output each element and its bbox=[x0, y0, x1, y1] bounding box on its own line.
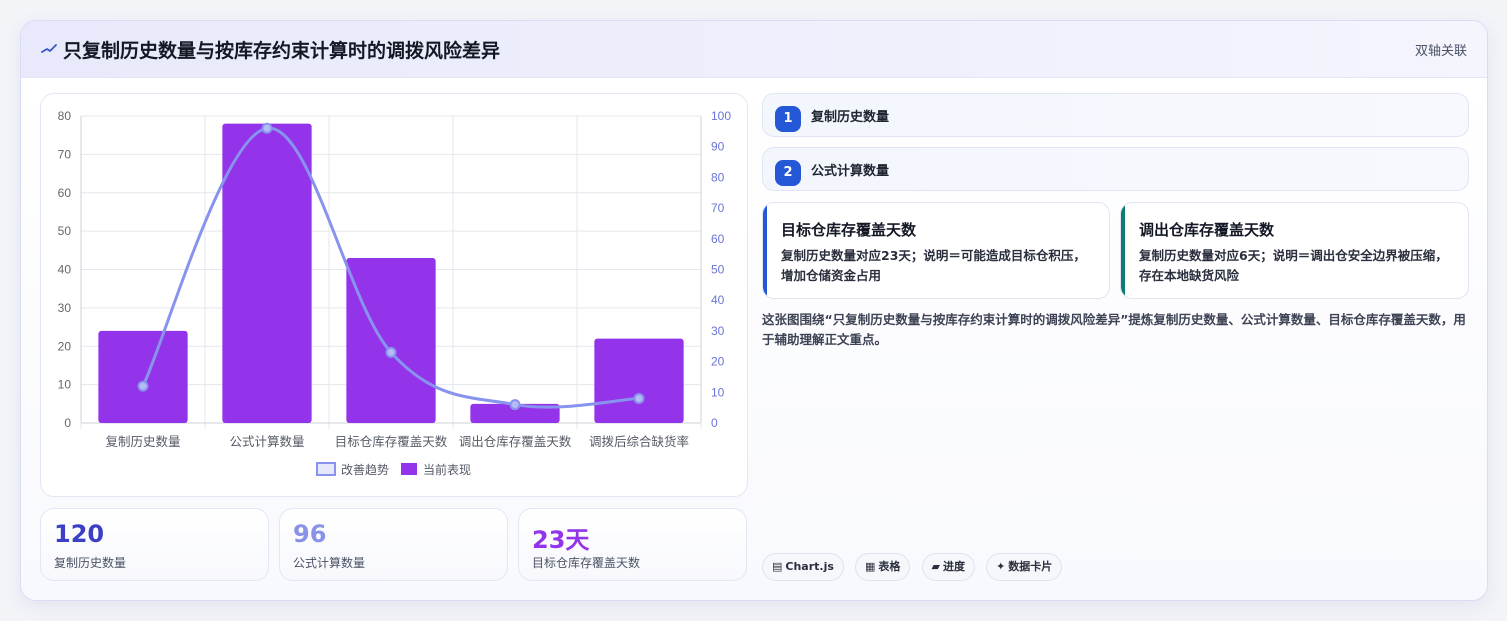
y-right-tick-label: 90 bbox=[711, 140, 725, 154]
legend-swatch-bar bbox=[401, 463, 417, 475]
line-point bbox=[509, 399, 521, 411]
tag-table[interactable]: ▦ 表格 bbox=[855, 553, 911, 581]
y-left-tick-label: 0 bbox=[64, 416, 71, 430]
y-right-tick-label: 60 bbox=[711, 232, 725, 246]
card-header: 只复制历史数量与按库存约束计算时的调拨风险差异 双轴关联 bbox=[21, 21, 1487, 78]
accent-bar bbox=[1121, 203, 1125, 298]
step-item-2: 2 公式计算数量 bbox=[762, 147, 1469, 191]
x-tick-label: 公式计算数量 bbox=[229, 434, 304, 449]
y-right-tick-label: 80 bbox=[711, 170, 725, 184]
sparkle-icon: ✦ bbox=[996, 560, 1006, 573]
x-tick-label: 复制历史数量 bbox=[105, 434, 180, 449]
y-right-tick-label: 70 bbox=[711, 201, 725, 215]
trend-icon bbox=[41, 44, 57, 53]
info-card-title: 目标仓库存覆盖天数 bbox=[781, 221, 917, 239]
line-point bbox=[261, 122, 273, 134]
tag-chartjs[interactable]: ▤ Chart.js bbox=[762, 553, 844, 581]
stat-card-coverage: 23天 目标仓库存覆盖天数 bbox=[518, 508, 747, 581]
stat-label: 公式计算数量 bbox=[293, 556, 366, 570]
y-left-tick-label: 50 bbox=[58, 224, 72, 238]
y-right-tick-label: 50 bbox=[711, 263, 725, 277]
step-label: 复制历史数量 bbox=[811, 110, 890, 125]
y-right-tick-label: 10 bbox=[711, 385, 725, 399]
x-tick-label: 调出仓库存覆盖天数 bbox=[459, 434, 572, 449]
y-right-tick-label: 40 bbox=[711, 293, 725, 307]
page-title: 只复制历史数量与按库存约束计算时的调拨风险差异 bbox=[63, 40, 501, 62]
y-left-tick-label: 80 bbox=[58, 109, 72, 123]
step-label: 公式计算数量 bbox=[811, 164, 890, 179]
legend-swatch-line bbox=[316, 462, 336, 476]
header-tag: 双轴关联 bbox=[1414, 44, 1467, 59]
y-left-tick-label: 10 bbox=[58, 378, 72, 392]
step-number-badge: 1 bbox=[775, 106, 801, 132]
info-card-target-coverage: 目标仓库存覆盖天数 复制历史数量对应23天；说明＝可能造成目标仓积压，增加仓储资… bbox=[762, 202, 1110, 299]
stat-card-history: 120 复制历史数量 bbox=[40, 508, 269, 581]
x-tick-label: 目标仓库存覆盖天数 bbox=[335, 434, 448, 449]
y-right-tick-label: 20 bbox=[711, 355, 725, 369]
legend-label: 改善趋势 bbox=[341, 462, 389, 477]
stat-label: 目标仓库存覆盖天数 bbox=[532, 556, 641, 570]
legend-label: 当前表现 bbox=[423, 462, 471, 477]
stat-value: 23天 bbox=[532, 526, 590, 554]
progress-icon: ▰ bbox=[931, 560, 940, 573]
line-point bbox=[633, 392, 645, 404]
tag-label: 数据卡片 bbox=[1008, 560, 1053, 573]
line-point bbox=[137, 380, 149, 392]
stat-value: 120 bbox=[54, 520, 105, 548]
y-left-tick-label: 40 bbox=[58, 263, 72, 277]
stat-value: 96 bbox=[293, 520, 327, 548]
bar bbox=[98, 330, 188, 423]
step-item-1: 1 复制历史数量 bbox=[762, 93, 1469, 137]
info-card-title: 调出仓库存覆盖天数 bbox=[1139, 221, 1275, 239]
y-right-tick-label: 0 bbox=[711, 416, 718, 430]
stat-label: 复制历史数量 bbox=[54, 556, 127, 570]
stat-card-formula: 96 公式计算数量 bbox=[279, 508, 508, 581]
y-left-tick-label: 60 bbox=[58, 186, 72, 200]
chart-icon: ▤ bbox=[772, 560, 783, 573]
card-body: 0 10 20 30 40 50 60 70 80 0 10 20 30 40 50 60 70 80 90 100 复… bbox=[21, 78, 1487, 600]
tag-label: 进度 bbox=[942, 560, 965, 573]
table-icon: ▦ bbox=[865, 560, 876, 573]
summary-text: 这张图围绕“只复制历史数量与按库存约束计算时的调拨风险差异”提炼复制历史数量、公… bbox=[762, 312, 1466, 347]
y-left-tick-label: 20 bbox=[58, 339, 72, 353]
x-tick-label: 调拨后综合缺货率 bbox=[589, 434, 689, 449]
bar bbox=[222, 123, 312, 424]
bar bbox=[594, 338, 684, 423]
step-number-badge: 2 bbox=[775, 160, 801, 186]
tag-label: Chart.js bbox=[785, 560, 834, 573]
y-right-tick-label: 30 bbox=[711, 324, 725, 338]
tag-progress[interactable]: ▰ 进度 bbox=[921, 553, 975, 581]
y-left-tick-label: 70 bbox=[58, 147, 72, 161]
y-right-tick-label: 100 bbox=[711, 109, 731, 123]
line-point bbox=[385, 346, 397, 358]
bar bbox=[346, 257, 436, 423]
dual-axis-chart: 0 10 20 30 40 50 60 70 80 0 10 20 30 40 50 60 70 80 90 100 复… bbox=[58, 109, 732, 477]
tag-list: ▤ Chart.js ▦ 表格 ▰ 进度 ✦ 数据卡片 bbox=[762, 553, 1068, 583]
y-left-tick-label: 30 bbox=[58, 301, 72, 315]
chart-panel: 0 10 20 30 40 50 60 70 80 0 10 20 30 40 50 60 70 80 90 100 复… bbox=[40, 93, 748, 497]
report-card: 只复制历史数量与按库存约束计算时的调拨风险差异 双轴关联 0 10 20 30 40 50… bbox=[20, 20, 1488, 601]
tag-data-card[interactable]: ✦ 数据卡片 bbox=[986, 553, 1063, 581]
info-card-source-coverage: 调出仓库存覆盖天数 复制历史数量对应6天；说明＝调出仓安全边界被压缩，存在本地缺… bbox=[1120, 202, 1469, 299]
accent-bar bbox=[763, 203, 767, 298]
tag-label: 表格 bbox=[878, 560, 901, 573]
info-card-text: 复制历史数量对应6天；说明＝调出仓安全边界被压缩，存在本地缺货风险 bbox=[1139, 248, 1448, 283]
info-card-text: 复制历史数量对应23天；说明＝可能造成目标仓积压，增加仓储资金占用 bbox=[781, 248, 1086, 283]
